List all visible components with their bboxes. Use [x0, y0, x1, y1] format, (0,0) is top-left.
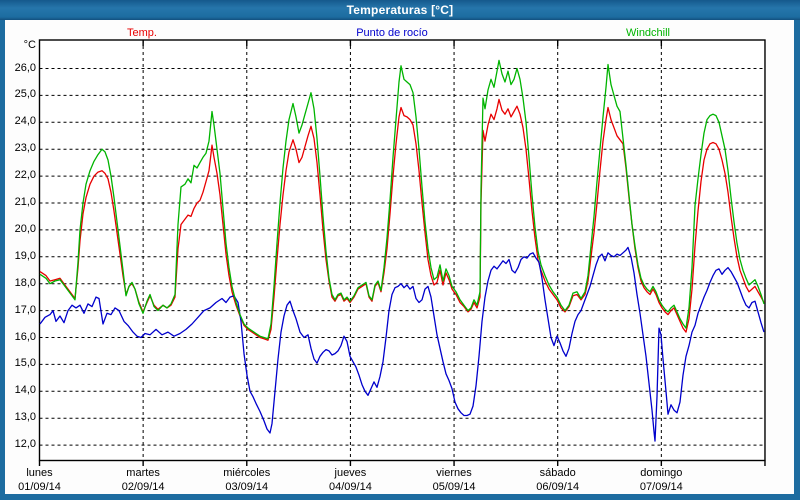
window-border-bottom — [0, 494, 800, 500]
y-axis-tick-label: 12,0 — [2, 438, 36, 450]
y-axis-unit-label: °C — [2, 39, 36, 51]
legend-item-windchill: Windchill — [626, 27, 670, 39]
y-axis-tick-label: 16,0 — [2, 331, 36, 343]
legend-item-punto-de-roc-o: Punto de rocío — [356, 27, 428, 39]
y-axis-tick-label: 21,0 — [2, 196, 36, 208]
window-border-left — [0, 20, 5, 500]
legend-item-temp-: Temp. — [127, 27, 157, 39]
x-axis-day-label: domingo07/09/14 — [640, 466, 683, 494]
y-axis-tick-label: 26,0 — [2, 62, 36, 74]
y-axis-tick-label: 22,0 — [2, 169, 36, 181]
y-axis-tick-label: 24,0 — [2, 115, 36, 127]
window-border-right — [794, 20, 800, 500]
y-axis-tick-label: 14,0 — [2, 384, 36, 396]
x-axis-day-label: viernes05/09/14 — [433, 466, 476, 494]
x-axis-day-label: jueves04/09/14 — [329, 466, 372, 494]
y-axis-tick-label: 20,0 — [2, 223, 36, 235]
x-axis-day-label: martes02/09/14 — [122, 466, 165, 494]
y-axis-tick-label: 19,0 — [2, 250, 36, 262]
y-axis-tick-label: 15,0 — [2, 357, 36, 369]
x-axis-day-label: miércoles03/09/14 — [223, 466, 270, 494]
y-axis-tick-label: 18,0 — [2, 277, 36, 289]
y-axis-tick-label: 13,0 — [2, 411, 36, 423]
plot-area — [40, 40, 765, 461]
x-axis-day-label: sábado06/09/14 — [536, 466, 579, 494]
y-axis-tick-label: 17,0 — [2, 304, 36, 316]
y-axis-tick-label: 23,0 — [2, 142, 36, 154]
x-axis-day-label: lunes01/09/14 — [18, 466, 61, 494]
app-window: Temperaturas [°C] Temp.Punto de rocíoWin… — [0, 0, 800, 500]
temperature-chart — [0, 0, 800, 500]
y-axis-tick-label: 25,0 — [2, 88, 36, 100]
